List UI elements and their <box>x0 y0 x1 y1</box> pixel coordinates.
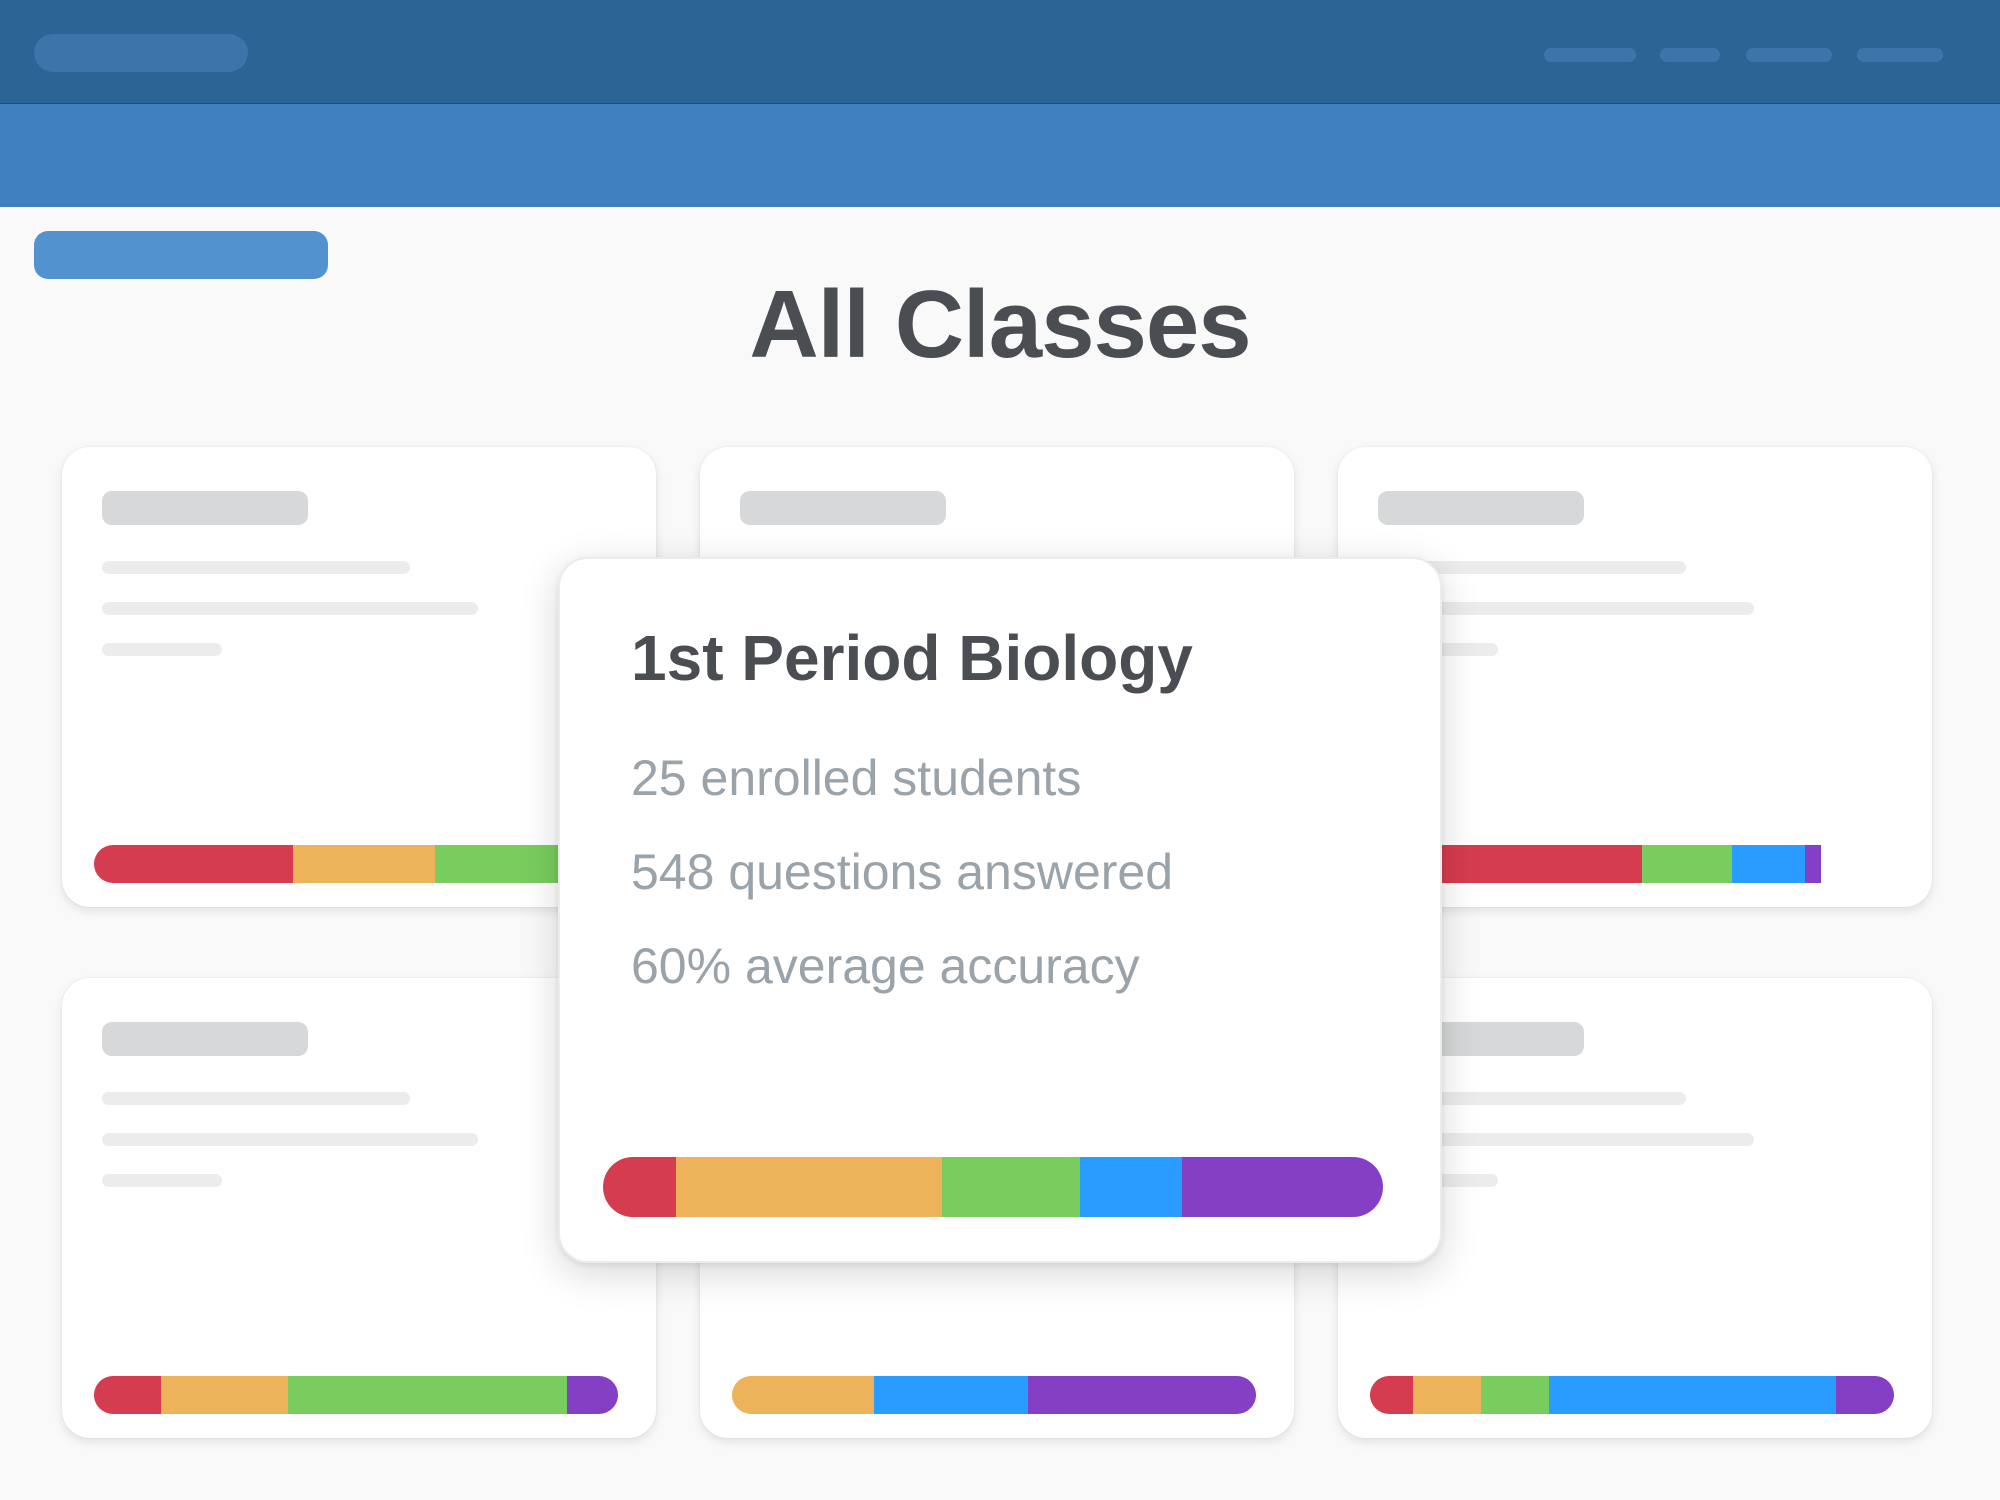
card-text-placeholder <box>102 1092 410 1105</box>
accuracy-bar <box>1370 845 1894 883</box>
class-title: 1st Period Biology <box>631 622 1193 694</box>
featured-class-card[interactable]: 1st Period Biology 25 enrolled students … <box>558 557 1442 1263</box>
card-text-placeholder <box>102 561 410 574</box>
nav-link-placeholder-4[interactable] <box>1857 48 1943 62</box>
card-title-placeholder <box>102 491 308 525</box>
nav-link-placeholder-2[interactable] <box>1660 48 1720 62</box>
questions-answered-stat: 548 questions answered <box>631 844 1174 900</box>
bar-segment-green <box>288 1376 568 1414</box>
bar-segment-purple <box>1181 1157 1383 1217</box>
bar-segment-red <box>603 1157 676 1217</box>
bar-segment-purple <box>1835 1376 1894 1414</box>
accuracy-bar <box>94 1376 618 1414</box>
nav-link-placeholder-3[interactable] <box>1746 48 1832 62</box>
bar-segment-red <box>1370 1376 1414 1414</box>
top-navbar <box>0 0 2000 104</box>
logo-placeholder[interactable] <box>34 34 248 72</box>
card-text-placeholder <box>102 643 222 656</box>
bar-segment-blue <box>874 1376 1028 1414</box>
bar-segment-orange <box>160 1376 289 1414</box>
accuracy-bar <box>732 1376 1256 1414</box>
accuracy-bar <box>1370 1376 1894 1414</box>
bar-segment-blue <box>1548 1376 1836 1414</box>
card-title-placeholder <box>1378 491 1584 525</box>
enrolled-students-stat: 25 enrolled students <box>631 750 1082 806</box>
nav-link-placeholder-1[interactable] <box>1544 48 1636 62</box>
bar-segment-purple <box>1027 1376 1256 1414</box>
bar-segment-orange <box>1413 1376 1482 1414</box>
bar-segment-red <box>94 845 294 883</box>
card-text-placeholder <box>102 602 478 615</box>
accuracy-bar <box>94 845 618 883</box>
average-accuracy-stat: 60% average accuracy <box>631 938 1140 994</box>
bar-segment-purple <box>567 1376 618 1414</box>
card-text-placeholder <box>102 1133 478 1146</box>
bar-segment-red <box>94 1376 161 1414</box>
card-title-placeholder <box>102 1022 308 1056</box>
bar-segment-orange <box>732 1376 874 1414</box>
bar-segment-purple <box>1804 845 1821 883</box>
card-text-placeholder <box>102 1174 222 1187</box>
accuracy-bar <box>603 1157 1383 1217</box>
bar-segment-orange <box>293 845 435 883</box>
bar-segment-orange <box>675 1157 942 1217</box>
page-title: All Classes <box>749 271 1251 378</box>
bar-segment-blue <box>1079 1157 1182 1217</box>
card-title-placeholder <box>740 491 946 525</box>
bar-segment-green <box>941 1157 1080 1217</box>
sub-navbar <box>0 104 2000 279</box>
bar-segment-green <box>1481 1376 1549 1414</box>
bar-segment-blue <box>1731 845 1805 883</box>
bar-segment-green <box>1642 845 1732 883</box>
